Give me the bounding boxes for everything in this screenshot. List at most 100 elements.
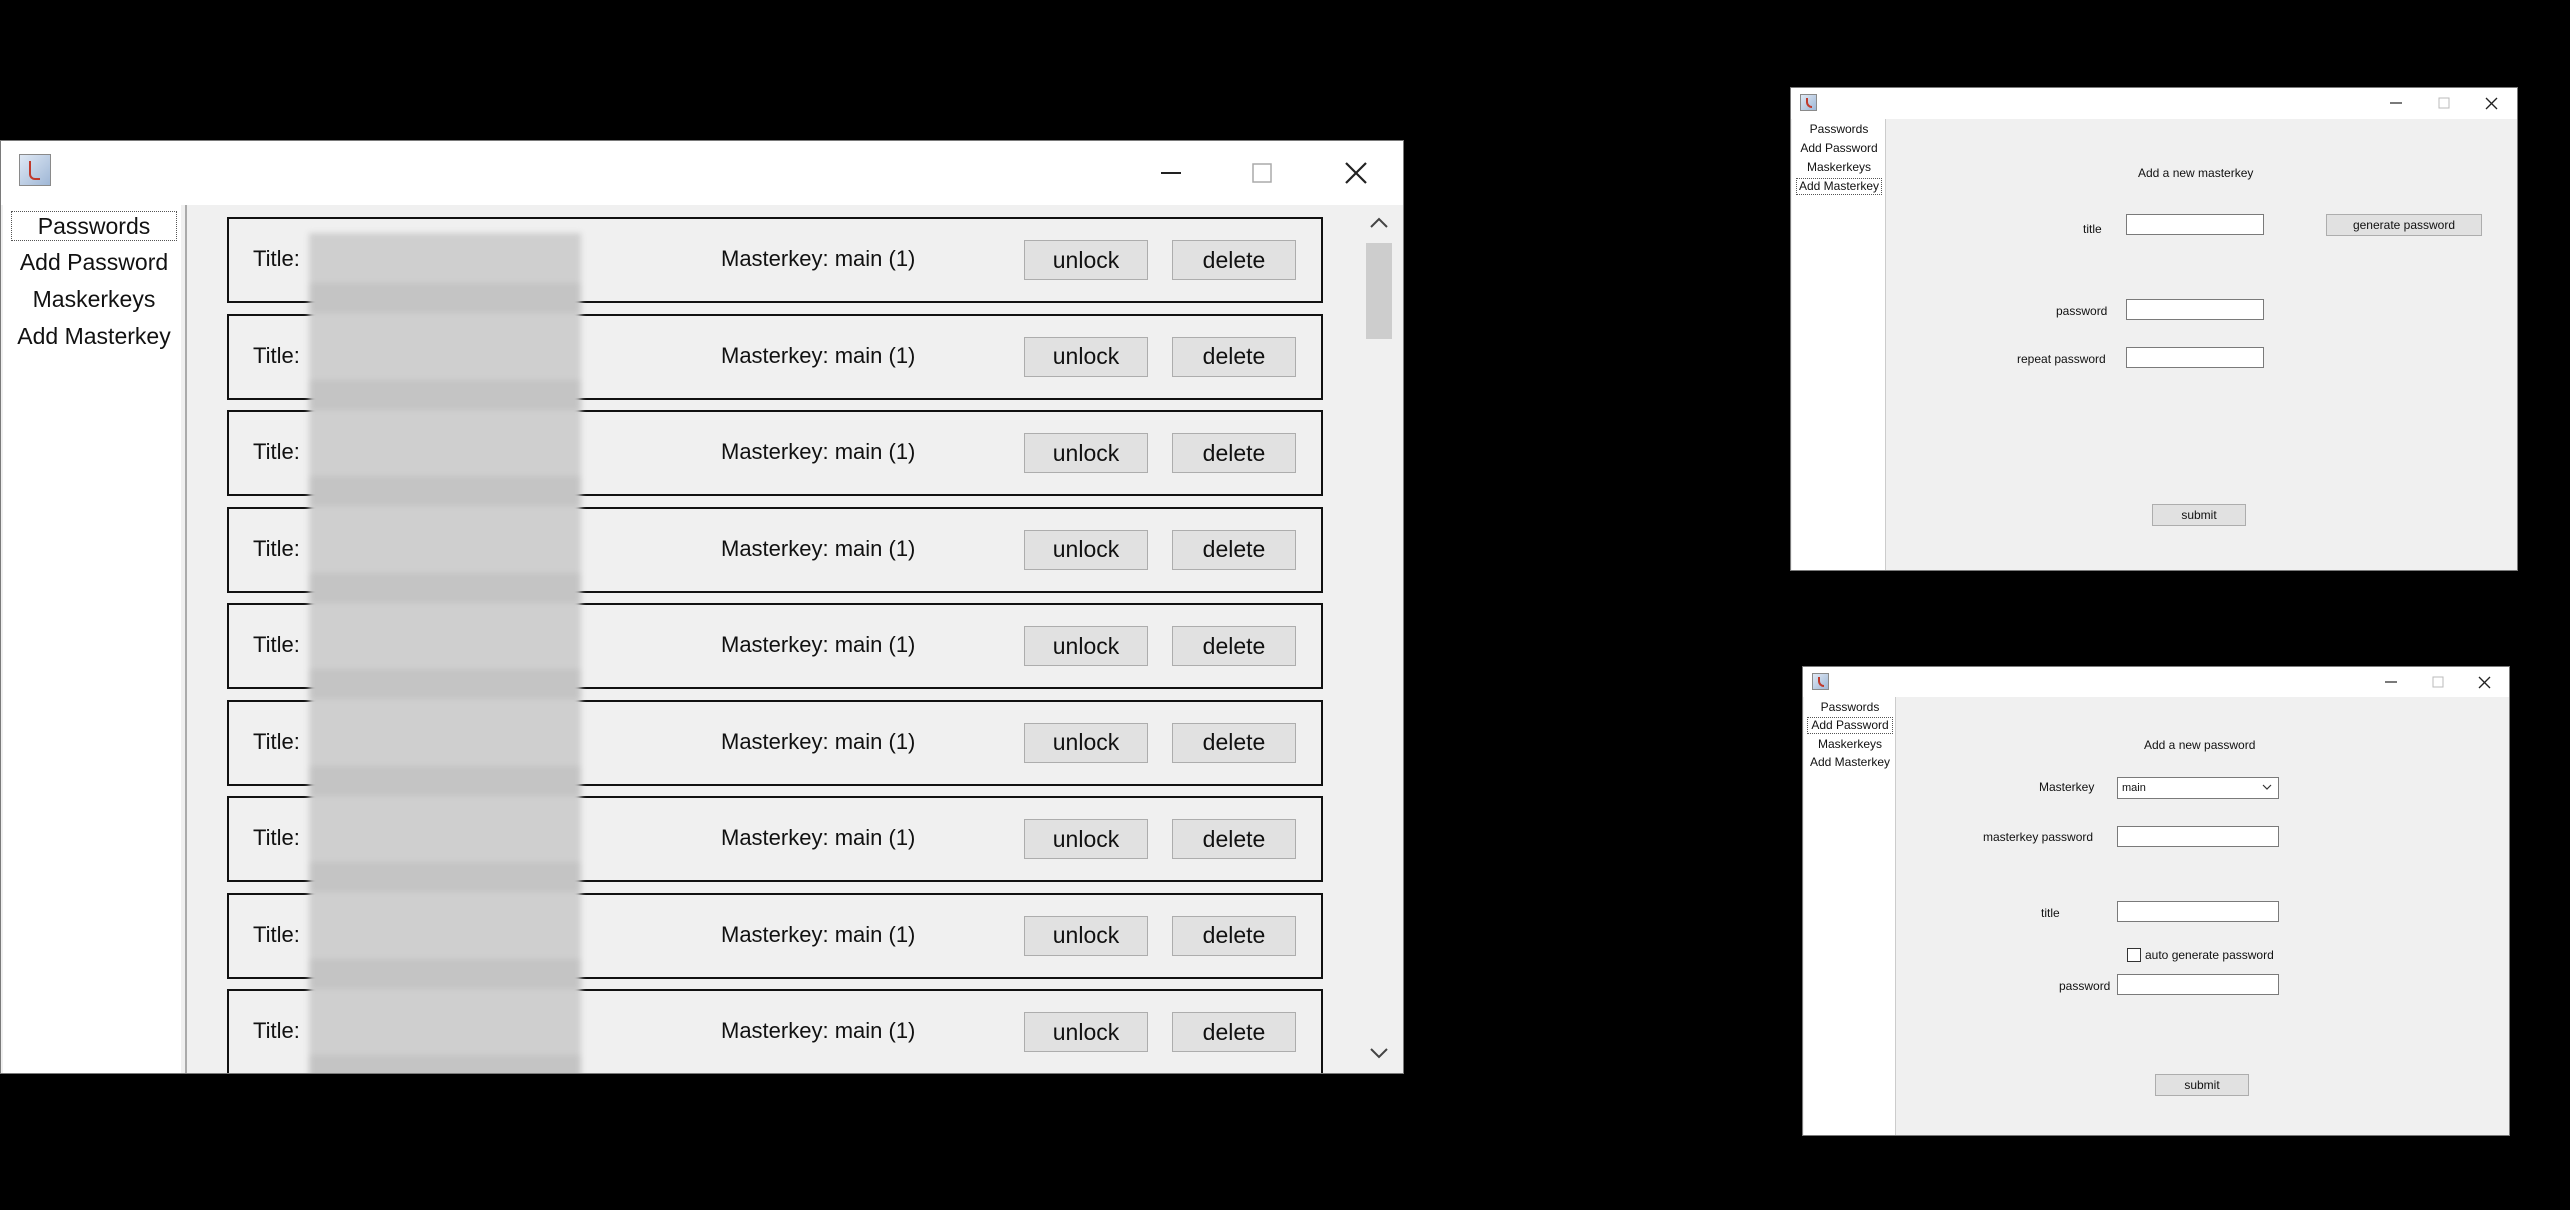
close-icon: [1345, 162, 1367, 184]
maximize-button[interactable]: [2429, 92, 2459, 114]
row-title-label: Title:: [253, 246, 300, 271]
masterkey-select[interactable]: main: [2117, 777, 2279, 799]
nav-add-password[interactable]: Add Password: [11, 247, 177, 277]
row-title-label: Title:: [253, 921, 300, 947]
minimize-icon: [1161, 172, 1181, 174]
scrollbar-thumb[interactable]: [1366, 243, 1392, 339]
masterkey-password-input[interactable]: [2117, 826, 2279, 847]
unlock-button[interactable]: unlock: [1024, 529, 1148, 570]
row-title-label: Title:: [253, 632, 300, 657]
unlock-button[interactable]: unlock: [1024, 819, 1148, 859]
row-title-label: Title:: [253, 728, 300, 754]
unlock-button[interactable]: unlock: [1024, 336, 1148, 377]
add-password-window: Passwords Add Password Maskerkeys Add Ma…: [1802, 666, 2510, 1136]
form-heading: Add a new masterkey: [2138, 166, 2254, 180]
scroll-down-icon[interactable]: [1367, 1045, 1391, 1061]
title-input[interactable]: [2126, 214, 2264, 235]
java-app-icon: [1812, 673, 1829, 690]
close-icon: [2485, 97, 2497, 109]
row-title-label: Title:: [253, 439, 300, 464]
maximize-icon: [2438, 97, 2450, 109]
row-title-label: Title:: [253, 342, 300, 368]
minimize-button[interactable]: [2376, 671, 2406, 693]
sidebar-nav: Passwords Add Password Maskerkeys Add Ma…: [1792, 119, 1886, 570]
nav-add-masterkey[interactable]: Add Masterkey: [1796, 178, 1882, 195]
delete-button[interactable]: delete: [1172, 336, 1296, 377]
title-bar: [1791, 88, 2517, 119]
maximize-icon: [1252, 163, 1272, 183]
unlock-button[interactable]: unlock: [1024, 626, 1148, 666]
password-input[interactable]: [2117, 974, 2279, 995]
form-heading: Add a new password: [2144, 738, 2256, 752]
java-app-icon: [1800, 94, 1817, 111]
row-masterkey-label: Masterkey: main (1): [721, 921, 916, 947]
delete-button[interactable]: delete: [1172, 433, 1296, 473]
password-list: Title: Masterkey: main (1) unlock delete Tit…: [185, 205, 1403, 1073]
nav-passwords[interactable]: Passwords: [1796, 121, 1882, 138]
minimize-icon: [2390, 102, 2402, 104]
delete-button[interactable]: delete: [1172, 529, 1296, 570]
submit-button[interactable]: submit: [2155, 1074, 2249, 1096]
delete-button[interactable]: delete: [1172, 722, 1296, 763]
vertical-scrollbar[interactable]: [1361, 205, 1397, 1073]
row-title-label: Title:: [253, 825, 300, 850]
nav-add-password[interactable]: Add Password: [1807, 717, 1893, 734]
minimize-button[interactable]: [1136, 153, 1206, 193]
maximize-icon: [2432, 676, 2444, 688]
row-title-label: Title:: [253, 535, 300, 561]
row-title-label: Title:: [253, 1018, 300, 1043]
generate-password-button[interactable]: generate password: [2326, 214, 2482, 236]
unlock-button[interactable]: unlock: [1024, 1012, 1148, 1052]
auto-generate-label: auto generate password: [2145, 948, 2274, 962]
unlock-button[interactable]: unlock: [1024, 240, 1148, 280]
title-label: title: [2083, 222, 2102, 236]
redacted-titles: [309, 233, 581, 1073]
auto-generate-checkbox[interactable]: [2127, 948, 2141, 962]
delete-button[interactable]: delete: [1172, 819, 1296, 859]
repeat-password-input[interactable]: [2126, 347, 2264, 368]
maximize-button[interactable]: [2423, 671, 2453, 693]
nav-add-masterkey[interactable]: Add Masterkey: [1807, 754, 1893, 771]
sidebar-nav: Passwords Add Password Maskerkeys Add Ma…: [1804, 697, 1896, 1135]
row-masterkey-label: Masterkey: main (1): [721, 439, 916, 464]
nav-passwords[interactable]: Passwords: [1807, 699, 1893, 716]
passwords-window: Passwords Add Password Maskerkeys Add Ma…: [0, 140, 1404, 1074]
repeat-password-label: repeat password: [2017, 352, 2106, 366]
close-button[interactable]: [1321, 153, 1391, 193]
row-masterkey-label: Masterkey: main (1): [721, 342, 916, 368]
row-masterkey-label: Masterkey: main (1): [721, 246, 916, 271]
masterkey-label: Masterkey: [2039, 780, 2095, 794]
title-bar: [1803, 667, 2509, 697]
submit-button[interactable]: submit: [2152, 504, 2246, 526]
unlock-button[interactable]: unlock: [1024, 433, 1148, 473]
password-label: password: [2056, 304, 2108, 318]
nav-passwords[interactable]: Passwords: [11, 211, 177, 241]
nav-maskerkeys[interactable]: Maskerkeys: [1807, 736, 1893, 753]
delete-button[interactable]: delete: [1172, 1012, 1296, 1052]
row-masterkey-label: Masterkey: main (1): [721, 825, 916, 850]
nav-add-masterkey[interactable]: Add Masterkey: [11, 321, 177, 351]
unlock-button[interactable]: unlock: [1024, 915, 1148, 956]
nav-add-password[interactable]: Add Password: [1796, 140, 1882, 157]
delete-button[interactable]: delete: [1172, 240, 1296, 280]
title-input[interactable]: [2117, 901, 2279, 922]
masterkey-select-value: main: [2122, 782, 2146, 794]
delete-button[interactable]: delete: [1172, 626, 1296, 666]
close-icon: [2478, 676, 2490, 688]
row-masterkey-label: Masterkey: main (1): [721, 1018, 916, 1043]
unlock-button[interactable]: unlock: [1024, 722, 1148, 763]
java-app-icon: [19, 154, 51, 186]
minimize-button[interactable]: [2381, 92, 2411, 114]
maximize-button[interactable]: [1227, 153, 1297, 193]
scroll-up-icon[interactable]: [1367, 215, 1391, 231]
close-button[interactable]: [2469, 671, 2499, 693]
close-button[interactable]: [2476, 92, 2506, 114]
title-bar: [1, 141, 1403, 205]
row-masterkey-label: Masterkey: main (1): [721, 535, 916, 561]
nav-maskerkeys[interactable]: Maskerkeys: [1796, 159, 1882, 176]
password-input[interactable]: [2126, 299, 2264, 320]
nav-maskerkeys[interactable]: Maskerkeys: [11, 284, 177, 314]
chevron-down-icon: [2262, 784, 2272, 790]
add-masterkey-window: Passwords Add Password Maskerkeys Add Ma…: [1790, 87, 2518, 571]
delete-button[interactable]: delete: [1172, 915, 1296, 956]
